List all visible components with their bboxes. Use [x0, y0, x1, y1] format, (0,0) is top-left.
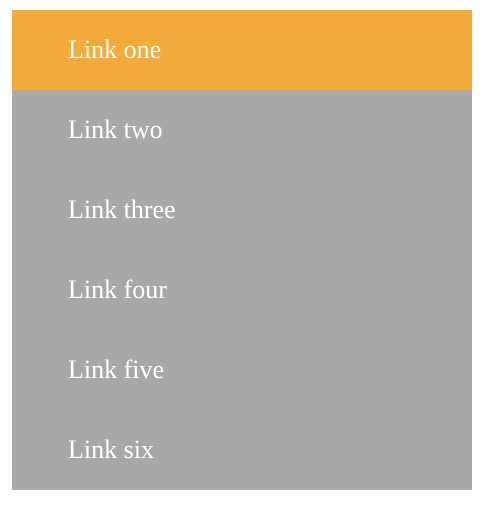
- nav-link-one[interactable]: Link one: [12, 10, 472, 90]
- nav-menu: Link one Link two Link three Link four L…: [12, 10, 472, 490]
- nav-link-five[interactable]: Link five: [12, 330, 472, 410]
- nav-link-four[interactable]: Link four: [12, 250, 472, 330]
- nav-link-six[interactable]: Link six: [12, 410, 472, 490]
- nav-link-two[interactable]: Link two: [12, 90, 472, 170]
- nav-link-three[interactable]: Link three: [12, 170, 472, 250]
